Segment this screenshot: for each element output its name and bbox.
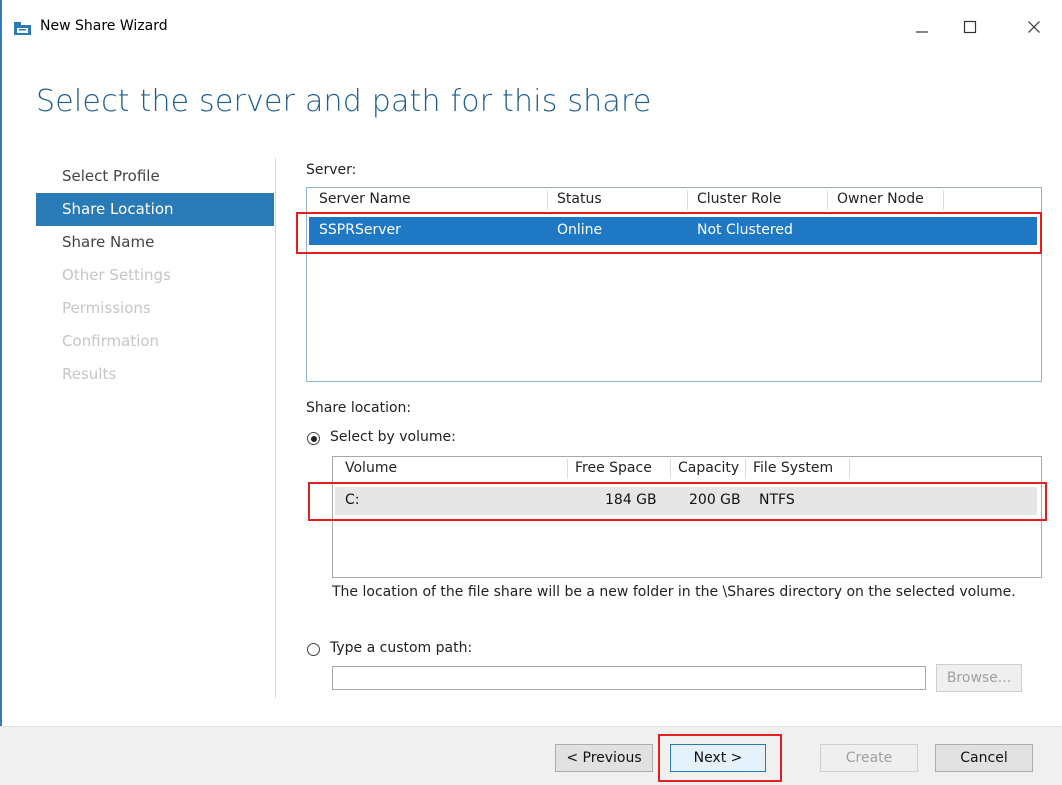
column-divider xyxy=(943,190,944,210)
table-row[interactable]: SSPRServer Online Not Clustered xyxy=(309,217,1037,245)
select-by-volume-radio[interactable] xyxy=(307,432,320,445)
column-volume[interactable]: Volume xyxy=(345,460,397,476)
custom-path-radio[interactable] xyxy=(307,643,320,656)
table-row[interactable]: C: 184 GB 200 GB NTFS xyxy=(335,487,1037,515)
column-divider xyxy=(670,459,671,479)
column-free-space[interactable]: Free Space xyxy=(575,460,652,476)
column-owner-node[interactable]: Owner Node xyxy=(837,191,924,207)
volume-table: Volume Free Space Capacity File System C… xyxy=(332,456,1042,578)
column-divider xyxy=(547,190,548,210)
nav-item-select-profile[interactable]: Select Profile xyxy=(36,160,274,193)
close-button[interactable] xyxy=(1012,10,1056,44)
volume-table-header: Volume Free Space Capacity File System xyxy=(333,457,1041,481)
nav-item-share-name[interactable]: Share Name xyxy=(36,226,274,259)
create-button[interactable]: Create xyxy=(820,744,918,772)
custom-path-label[interactable]: Type a custom path: xyxy=(330,640,472,656)
window-title: New Share Wizard xyxy=(40,18,168,34)
server-table: Server Name Status Cluster Role Owner No… xyxy=(306,187,1042,382)
column-cluster-role[interactable]: Cluster Role xyxy=(697,191,781,207)
file-system-cell: NTFS xyxy=(759,492,795,508)
column-divider xyxy=(567,459,568,479)
close-icon xyxy=(1028,21,1040,33)
cluster-role-cell: Not Clustered xyxy=(697,222,793,238)
column-divider xyxy=(849,459,850,479)
custom-path-input[interactable] xyxy=(332,666,926,690)
maximize-icon xyxy=(963,20,977,34)
column-status[interactable]: Status xyxy=(557,191,602,207)
nav-item-results: Results xyxy=(62,365,117,383)
window-left-border xyxy=(0,0,2,784)
nav-item-share-location[interactable]: Share Location xyxy=(36,193,274,226)
browse-button[interactable]: Browse... xyxy=(936,664,1022,692)
volume-cell: C: xyxy=(345,492,360,508)
server-status-cell: Online xyxy=(557,222,603,238)
nav-item-other-settings: Other Settings xyxy=(62,266,171,284)
share-location-note: The location of the file share will be a… xyxy=(332,584,1016,600)
server-table-header: Server Name Status Cluster Role Owner No… xyxy=(307,188,1041,212)
nav-divider xyxy=(275,158,276,698)
title-bar: New Share Wizard xyxy=(0,0,1062,54)
column-divider xyxy=(745,459,746,479)
radio-selected-dot xyxy=(310,435,317,442)
share-location-label: Share location: xyxy=(306,400,412,416)
select-by-volume-label[interactable]: Select by volume: xyxy=(330,429,456,445)
maximize-button[interactable] xyxy=(948,10,992,44)
nav-item-confirmation: Confirmation xyxy=(62,332,160,350)
page-title: Select the server and path for this shar… xyxy=(36,84,652,119)
next-button[interactable]: Next > xyxy=(670,744,766,772)
column-file-system[interactable]: File System xyxy=(753,460,833,476)
column-capacity[interactable]: Capacity xyxy=(678,460,739,476)
column-divider xyxy=(827,190,828,210)
share-wizard-icon xyxy=(14,20,32,36)
minimize-icon xyxy=(916,31,928,33)
minimize-button[interactable] xyxy=(900,10,944,44)
server-label: Server: xyxy=(306,162,357,178)
cancel-button[interactable]: Cancel xyxy=(935,744,1033,772)
new-share-wizard-window: New Share Wizard Select the server and p… xyxy=(0,0,1062,785)
free-space-cell: 184 GB xyxy=(605,492,657,508)
column-divider xyxy=(687,190,688,210)
server-name-cell: SSPRServer xyxy=(319,222,401,238)
nav-item-permissions: Permissions xyxy=(62,299,151,317)
column-server-name[interactable]: Server Name xyxy=(319,191,411,207)
previous-button[interactable]: < Previous xyxy=(555,744,653,772)
capacity-cell: 200 GB xyxy=(689,492,741,508)
wizard-steps-nav: Select Profile Share Location Share Name… xyxy=(36,160,274,391)
